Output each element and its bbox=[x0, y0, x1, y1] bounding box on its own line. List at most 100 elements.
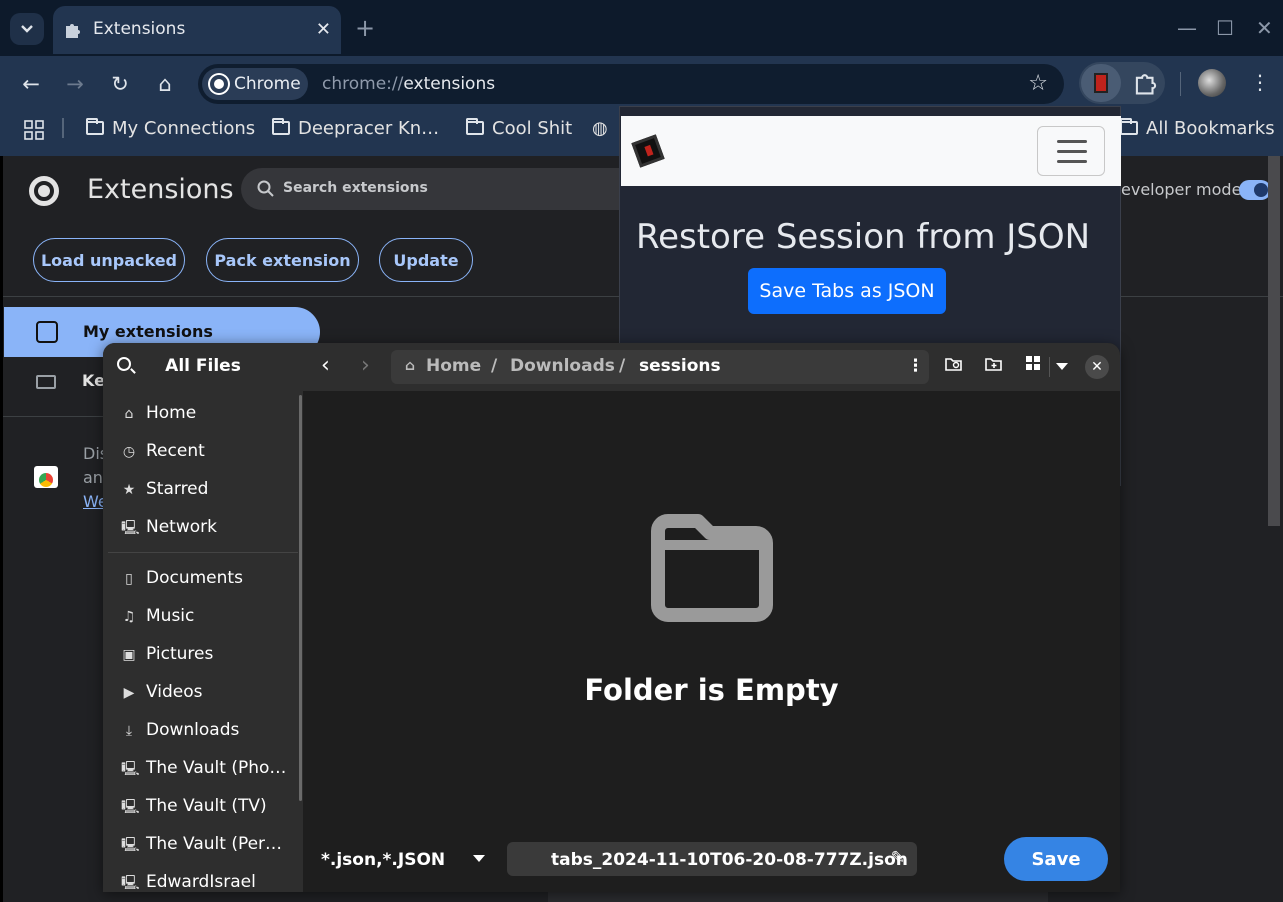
popup-title: Restore Session from JSON bbox=[636, 217, 1091, 257]
bookmark-cool-shit[interactable]: Cool Shit bbox=[466, 118, 572, 139]
network-drive-icon: 🖳 bbox=[121, 799, 140, 815]
dialog-close-button[interactable]: ✕ bbox=[1085, 355, 1109, 379]
back-arrow-icon[interactable]: ‹ bbox=[321, 353, 330, 378]
site-info-chip[interactable]: Chrome bbox=[202, 68, 308, 100]
bookmark-all-bookmarks[interactable]: All Bookmarks bbox=[1120, 118, 1275, 139]
path-bar: ⌂ Home / Downloads / sessions ⋮ bbox=[391, 350, 929, 384]
minimize-icon[interactable]: — bbox=[1177, 16, 1197, 40]
file-save-dialog: All Files ⌂ Home ◷ Recent ★ Starred 🖳 Networ… bbox=[103, 343, 1120, 892]
hamburger-menu-button[interactable] bbox=[1037, 126, 1105, 176]
folder-icon bbox=[466, 118, 484, 135]
sidebar-header: All Files bbox=[103, 343, 303, 391]
forward-arrow-icon[interactable]: › bbox=[361, 353, 370, 378]
tab-title: Extensions bbox=[93, 19, 186, 39]
hamburger-line bbox=[1057, 150, 1087, 153]
place-home[interactable]: ⌂ Home bbox=[121, 403, 293, 433]
developer-mode-label: eveloper mode bbox=[1121, 180, 1242, 199]
bookmark-deepracer[interactable]: Deepracer Kn… bbox=[272, 118, 439, 139]
tab-close-icon[interactable]: ✕ bbox=[316, 19, 331, 40]
bookmark-my-connections[interactable]: My Connections bbox=[86, 118, 255, 139]
pack-extension-button[interactable]: Pack extension bbox=[206, 238, 359, 282]
place-network[interactable]: 🖳 Network bbox=[121, 517, 293, 547]
empty-folder-message: Folder is Empty bbox=[584, 673, 839, 707]
place-starred[interactable]: ★ Starred bbox=[121, 479, 293, 509]
place-vault-photos[interactable]: 🖳 The Vault (Pho… bbox=[121, 758, 293, 788]
places-sidebar: All Files ⌂ Home ◷ Recent ★ Starred 🖳 Networ… bbox=[103, 343, 303, 892]
window-close-icon[interactable]: ✕ bbox=[1256, 16, 1273, 40]
extension-logo-icon bbox=[1094, 73, 1108, 93]
place-vault-personal[interactable]: 🖳 The Vault (Per… bbox=[121, 834, 293, 864]
crumb-home[interactable]: Home bbox=[426, 356, 481, 376]
address-bar[interactable]: Chrome chrome://extensions ☆ bbox=[198, 64, 1064, 104]
home-icon[interactable]: ⌂ bbox=[154, 73, 176, 95]
tab-search-button[interactable] bbox=[10, 13, 44, 45]
place-downloads[interactable]: ⤓ Downloads bbox=[121, 720, 293, 750]
crumb-sessions[interactable]: sessions bbox=[639, 356, 721, 376]
profile-avatar[interactable] bbox=[1198, 69, 1226, 97]
downloads-icon: ⤓ bbox=[125, 723, 133, 739]
sidebar-item-keyboard-shortcuts[interactable]: Ke bbox=[82, 371, 105, 390]
bookmark-star-icon[interactable]: ☆ bbox=[1028, 71, 1048, 96]
crumb-downloads[interactable]: Downloads bbox=[510, 356, 615, 376]
videos-icon: ▶ bbox=[123, 685, 135, 701]
globe-icon[interactable]: ◍ bbox=[592, 118, 608, 139]
update-button[interactable]: Update bbox=[379, 238, 473, 282]
sidebar-item-label: My extensions bbox=[83, 322, 213, 341]
chrome-icon bbox=[210, 75, 228, 93]
network-icon: 🖳 bbox=[121, 520, 140, 536]
keyboard-icon bbox=[36, 375, 56, 389]
grid-view-icon[interactable] bbox=[1025, 355, 1041, 375]
back-icon[interactable]: ← bbox=[20, 73, 42, 95]
view-options-chevron-icon[interactable] bbox=[1056, 363, 1068, 370]
reload-icon[interactable]: ↻ bbox=[109, 73, 131, 95]
new-folder-icon[interactable] bbox=[985, 355, 1003, 377]
place-recent[interactable]: ◷ Recent bbox=[121, 441, 293, 471]
forward-icon[interactable]: → bbox=[64, 73, 86, 95]
puzzle-icon bbox=[66, 24, 80, 38]
crumb-separator: / bbox=[491, 356, 498, 376]
place-pictures[interactable]: ▣ Pictures bbox=[121, 644, 293, 674]
place-vault-tv[interactable]: 🖳 The Vault (TV) bbox=[121, 796, 293, 826]
browser-tab-extensions[interactable]: Extensions ✕ bbox=[53, 6, 341, 54]
session-extension-button[interactable] bbox=[1081, 64, 1121, 102]
place-videos[interactable]: ▶ Videos bbox=[121, 682, 293, 712]
search-folder-icon[interactable] bbox=[945, 355, 963, 377]
extensions-puzzle-icon[interactable] bbox=[1133, 70, 1159, 96]
filename-field[interactable]: tabs_2024-11-10T06-20-08-777Z.json ✎ bbox=[507, 842, 917, 876]
extension-logo-icon bbox=[631, 134, 665, 168]
place-documents[interactable]: ▯ Documents bbox=[121, 568, 293, 598]
search-extensions-input[interactable]: Search extensions bbox=[241, 168, 641, 210]
path-menu-kebab-icon[interactable]: ⋮ bbox=[907, 356, 924, 376]
new-tab-button[interactable]: + bbox=[355, 16, 375, 40]
browser-titlebar: Extensions ✕ + — ☐ ✕ bbox=[0, 0, 1283, 56]
starred-icon: ★ bbox=[122, 482, 136, 498]
pictures-icon: ▣ bbox=[122, 647, 136, 663]
recent-icon: ◷ bbox=[122, 444, 136, 460]
sidebar-title: All Files bbox=[165, 356, 241, 376]
developer-mode-toggle[interactable] bbox=[1239, 180, 1271, 200]
folder-icon bbox=[1120, 118, 1138, 135]
place-edwardisrael[interactable]: 🖳 EdwardIsrael bbox=[121, 872, 293, 892]
network-drive-icon: 🖳 bbox=[121, 875, 140, 891]
save-button[interactable]: Save bbox=[1004, 837, 1108, 881]
place-music[interactable]: ♫ Music bbox=[121, 606, 293, 636]
page-scrollbar[interactable] bbox=[1268, 156, 1280, 526]
network-drive-icon: 🖳 bbox=[121, 837, 140, 853]
sidebar-divider bbox=[3, 416, 103, 417]
folder-icon bbox=[86, 118, 104, 135]
apps-grid-icon[interactable] bbox=[24, 120, 44, 140]
edit-pencil-icon[interactable]: ✎ bbox=[891, 848, 905, 868]
home-icon: ⌂ bbox=[405, 358, 416, 374]
folder-icon bbox=[272, 118, 290, 135]
chrome-logo-icon bbox=[29, 176, 59, 206]
network-drive-icon: 🖳 bbox=[121, 761, 140, 777]
empty-folder-icon bbox=[651, 514, 773, 622]
load-unpacked-button[interactable]: Load unpacked bbox=[33, 238, 185, 282]
maximize-icon[interactable]: ☐ bbox=[1216, 16, 1234, 40]
menu-kebab-icon[interactable]: ⋮ bbox=[1250, 70, 1270, 94]
sidebar-scrollbar[interactable] bbox=[299, 395, 302, 801]
save-tabs-button[interactable]: Save Tabs as JSON bbox=[748, 268, 946, 314]
file-type-filter[interactable]: *.json,*.JSON bbox=[321, 850, 445, 870]
filter-dropdown-icon[interactable] bbox=[473, 855, 485, 862]
dialog-header: ‹ › ⌂ Home / Downloads / sessions ⋮ ✕ bbox=[303, 343, 1120, 391]
